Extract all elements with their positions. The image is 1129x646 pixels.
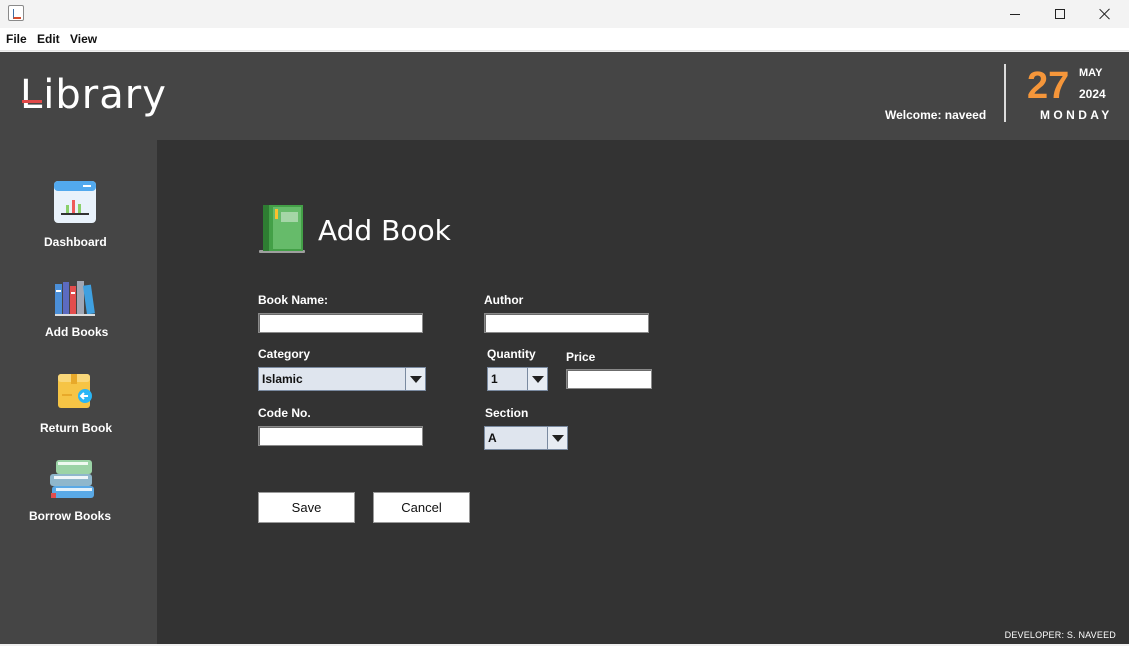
price-input[interactable] xyxy=(566,369,652,389)
menu-file[interactable]: File xyxy=(6,32,27,46)
title-bar xyxy=(0,0,1129,28)
sidebar: Dashboard Add Books Return Book Borrow B… xyxy=(0,140,157,644)
app-window: File Edit View Library Welcome: naveed 2… xyxy=(0,0,1129,646)
book-name-label: Book Name: xyxy=(258,293,329,307)
chevron-down-icon[interactable] xyxy=(547,427,567,449)
maximize-button[interactable] xyxy=(1037,0,1083,28)
quantity-select[interactable]: 1 xyxy=(487,367,548,391)
menu-view[interactable]: View xyxy=(70,32,97,46)
category-label: Category xyxy=(258,347,311,361)
category-select[interactable]: Islamic xyxy=(258,367,426,391)
quantity-label: Quantity xyxy=(487,347,536,361)
date-year: 2024 xyxy=(1079,87,1106,101)
book-name-input[interactable] xyxy=(258,313,423,333)
green-book-icon xyxy=(259,205,305,253)
chevron-down-icon[interactable] xyxy=(527,368,547,390)
developer-credit: DEVELOPER: S. NAVEED xyxy=(1004,630,1116,640)
author-label: Author xyxy=(484,293,524,307)
app-header: Library Welcome: naveed 27 MAY 2024 MOND… xyxy=(0,52,1129,140)
minimize-icon xyxy=(1010,13,1020,15)
java-app-icon xyxy=(8,5,24,21)
close-button[interactable] xyxy=(1082,0,1128,28)
sidebar-item-add-books[interactable]: Add Books xyxy=(0,280,157,360)
books-icon xyxy=(55,281,95,316)
sidebar-item-borrow-books[interactable]: Borrow Books xyxy=(0,458,157,538)
dashboard-icon xyxy=(54,181,96,223)
sidebar-item-label: Return Book xyxy=(40,421,112,435)
category-selected-value: Islamic xyxy=(262,372,303,386)
date-divider xyxy=(1004,64,1006,122)
sidebar-item-label: Add Books xyxy=(45,325,109,339)
page-title: Add Book xyxy=(318,214,451,247)
menu-edit[interactable]: Edit xyxy=(37,32,60,46)
section-label: Section xyxy=(485,406,529,420)
author-input[interactable] xyxy=(484,313,649,333)
sidebar-item-label: Dashboard xyxy=(44,235,107,249)
date-weekday: MONDAY xyxy=(1040,108,1113,122)
minimize-button[interactable] xyxy=(992,0,1038,28)
section-select[interactable]: A xyxy=(484,426,568,450)
code-no-input[interactable] xyxy=(258,426,423,446)
cancel-button[interactable]: Cancel xyxy=(373,492,470,523)
date-month: MAY xyxy=(1079,67,1103,79)
sidebar-item-label: Borrow Books xyxy=(29,509,112,523)
section-selected-value: A xyxy=(488,431,497,445)
date-day: 27 xyxy=(1027,65,1070,107)
save-button[interactable]: Save xyxy=(258,492,355,523)
sidebar-item-dashboard[interactable]: Dashboard xyxy=(0,180,157,260)
library-logo: Library xyxy=(20,72,167,118)
price-label: Price xyxy=(566,350,596,364)
code-no-label: Code No. xyxy=(258,406,311,420)
close-icon xyxy=(1099,8,1111,20)
menu-bar: File Edit View xyxy=(0,28,1129,51)
logo-pen-mark xyxy=(22,100,42,103)
chevron-down-icon[interactable] xyxy=(405,368,425,390)
book-stack-icon xyxy=(50,460,94,498)
quantity-selected-value: 1 xyxy=(491,372,498,386)
sidebar-item-return-book[interactable]: Return Book xyxy=(0,370,157,450)
welcome-text: Welcome: naveed xyxy=(885,108,987,122)
return-box-icon xyxy=(58,374,92,408)
maximize-icon xyxy=(1055,9,1065,19)
main-panel: Add Book Book Name: Author Category Isla… xyxy=(157,140,1129,644)
